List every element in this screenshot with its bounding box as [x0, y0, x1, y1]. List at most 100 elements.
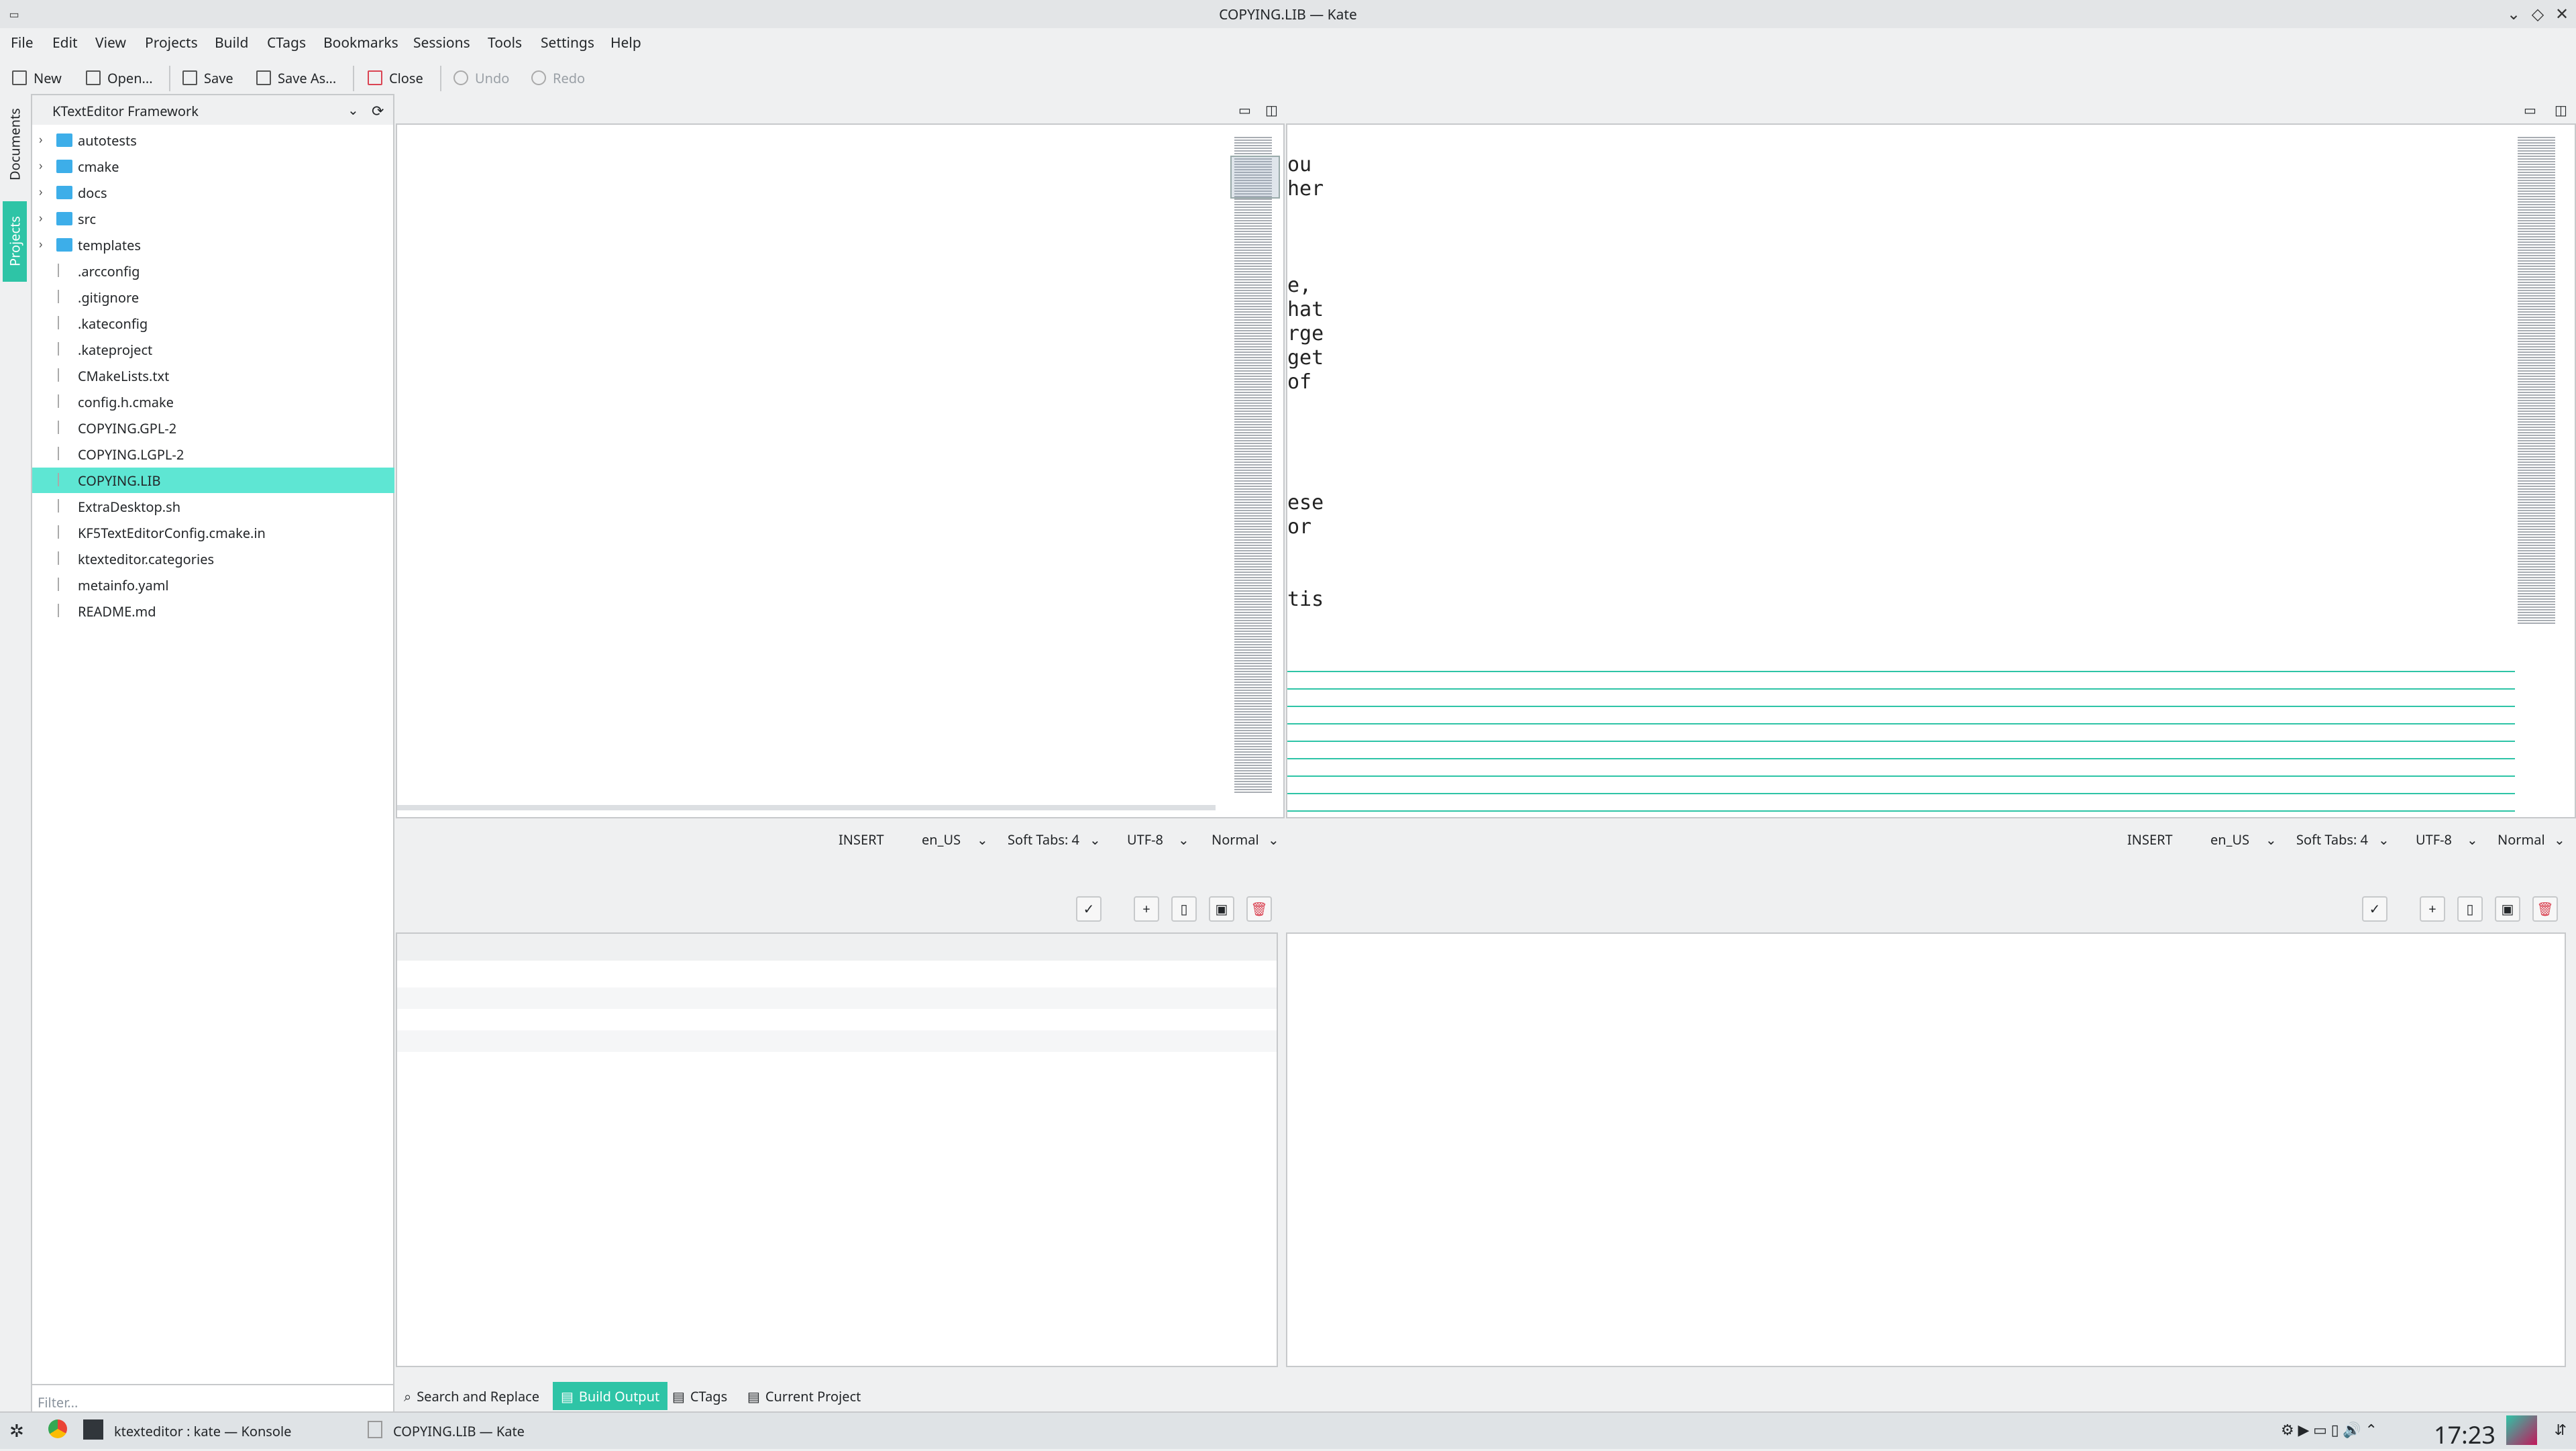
- minimize-button[interactable]: ⌄: [2504, 4, 2524, 24]
- show-desktop-icon[interactable]: ⇵: [2555, 1419, 2567, 1440]
- chevron-down-icon[interactable]: ⌄: [347, 101, 359, 119]
- add-icon[interactable]: +: [2420, 896, 2445, 922]
- input-mode[interactable]: INSERT: [2127, 830, 2173, 849]
- add-icon[interactable]: +: [1134, 896, 1159, 922]
- document-icon[interactable]: ▯: [2457, 896, 2483, 922]
- editor-view-right[interactable]: ou her e, hat rge get of ese or tis: [1286, 123, 2576, 818]
- tab-projects[interactable]: Projects: [3, 201, 27, 282]
- chevron-right-icon[interactable]: ›: [39, 131, 51, 148]
- minimap-right[interactable]: [2518, 136, 2555, 625]
- split-view-icon[interactable]: ◫: [2555, 101, 2567, 119]
- tab-build-output[interactable]: ▤ Build Output: [553, 1382, 668, 1410]
- tree-item-label: COPYING.GPL-2: [78, 419, 177, 437]
- window-title: COPYING.LIB — Kate: [1219, 5, 1357, 24]
- indentation[interactable]: Soft Tabs: 4: [1008, 830, 1079, 849]
- chrome-icon[interactable]: [48, 1419, 67, 1438]
- copy-icon[interactable]: ▣: [1209, 896, 1234, 922]
- menu-tools[interactable]: Tools: [488, 34, 522, 52]
- tree-file[interactable]: COPYING.GPL-2: [32, 415, 394, 441]
- editor-view-left[interactable]: [396, 123, 1285, 818]
- menu-settings[interactable]: Settings: [541, 34, 594, 52]
- tree-file[interactable]: KF5TextEditorConfig.cmake.in: [32, 520, 394, 545]
- table-row[interactable]: [397, 987, 1277, 1009]
- tab-documents[interactable]: Documents: [3, 101, 27, 188]
- app-menu-icon[interactable]: ▭: [4, 4, 24, 24]
- horizontal-scrollbar[interactable]: [397, 805, 1216, 810]
- indentation[interactable]: Soft Tabs: 4: [2296, 830, 2368, 849]
- kate-icon[interactable]: [368, 1421, 382, 1438]
- input-mode[interactable]: INSERT: [839, 830, 884, 849]
- tree-file[interactable]: ExtraDesktop.sh: [32, 494, 394, 519]
- maximize-button[interactable]: ◇: [2528, 4, 2548, 24]
- menu-view[interactable]: View: [95, 34, 126, 52]
- checkmark-icon[interactable]: ✓: [2362, 896, 2387, 922]
- tree-file[interactable]: .kateproject: [32, 337, 394, 362]
- tab-search-replace[interactable]: ⌕ Search and Replace: [396, 1382, 547, 1410]
- tree-folder[interactable]: › autotests: [32, 127, 394, 153]
- table-row[interactable]: [397, 1030, 1277, 1052]
- tab-current-project[interactable]: ▤ Current Project: [739, 1382, 869, 1410]
- tree-file[interactable]: README.md: [32, 598, 394, 624]
- minimap-viewport[interactable]: [1230, 156, 1280, 199]
- menu-file[interactable]: File: [11, 34, 34, 52]
- konsole-icon[interactable]: [83, 1419, 103, 1440]
- save-button[interactable]: Save: [182, 67, 233, 89]
- tree-folder[interactable]: › src: [32, 206, 394, 231]
- minimap-left[interactable]: [1234, 136, 1272, 793]
- tree-item-label: .kateconfig: [78, 315, 148, 333]
- chevron-right-icon[interactable]: ›: [39, 158, 51, 174]
- save-as-button[interactable]: Save As...: [256, 67, 336, 89]
- chevron-right-icon[interactable]: ›: [39, 210, 51, 226]
- language[interactable]: en_US: [2210, 830, 2249, 849]
- menu-ctags[interactable]: CTags: [267, 34, 306, 52]
- launcher-icon[interactable]: ✲: [9, 1418, 24, 1442]
- open-button[interactable]: Open...: [86, 67, 153, 89]
- delete-icon[interactable]: 🗑: [1246, 896, 1272, 922]
- tree-folder[interactable]: › docs: [32, 180, 394, 205]
- tree-folder[interactable]: › templates: [32, 232, 394, 258]
- highlight-mode[interactable]: Normal: [2498, 830, 2545, 849]
- redo-button[interactable]: Redo: [531, 67, 585, 89]
- project-name[interactable]: KTextEditor Framework: [52, 102, 199, 120]
- tree-file[interactable]: CMakeLists.txt: [32, 363, 394, 388]
- new-button[interactable]: New: [12, 67, 62, 89]
- close-doc-button[interactable]: Close: [368, 67, 423, 89]
- menu-projects[interactable]: Projects: [145, 34, 198, 52]
- delete-icon[interactable]: 🗑: [2532, 896, 2558, 922]
- tree-file[interactable]: ktexteditor.categories: [32, 546, 394, 572]
- menu-help[interactable]: Help: [610, 34, 641, 52]
- language[interactable]: en_US: [922, 830, 961, 849]
- highlight-mode[interactable]: Normal: [1212, 830, 1259, 849]
- tree-file[interactable]: config.h.cmake: [32, 389, 394, 415]
- tree-file[interactable]: metainfo.yaml: [32, 572, 394, 598]
- tab-ctags[interactable]: ▤ CTags: [664, 1382, 735, 1410]
- task-konsole[interactable]: ktexteditor : kate — Konsole: [114, 1422, 291, 1440]
- new-tab-icon[interactable]: ▭: [2524, 101, 2536, 119]
- tree-folder[interactable]: › cmake: [32, 154, 394, 179]
- menu-bookmarks[interactable]: Bookmarks: [323, 34, 398, 52]
- encoding[interactable]: UTF-8: [2416, 830, 2452, 849]
- user-avatar[interactable]: [2506, 1415, 2537, 1445]
- checkmark-icon[interactable]: ✓: [1076, 896, 1102, 922]
- undo-button[interactable]: Undo: [453, 67, 509, 89]
- chevron-right-icon[interactable]: ›: [39, 184, 51, 200]
- menu-edit[interactable]: Edit: [52, 34, 78, 52]
- clock[interactable]: 17:23: [2434, 1418, 2496, 1451]
- close-window-button[interactable]: ✕: [2552, 4, 2572, 24]
- new-tab-icon[interactable]: ▭: [1238, 101, 1251, 119]
- tree-file[interactable]: .gitignore: [32, 284, 394, 310]
- menu-sessions[interactable]: Sessions: [413, 34, 470, 52]
- encoding[interactable]: UTF-8: [1127, 830, 1163, 849]
- tree-file[interactable]: COPYING.LGPL-2: [32, 441, 394, 467]
- reload-icon[interactable]: ⟳: [372, 101, 384, 121]
- system-tray-icons[interactable]: ⚙ ▶ ▭ ▯ 🔊 ⌃: [2281, 1419, 2377, 1440]
- tree-file[interactable]: .kateconfig: [32, 311, 394, 336]
- task-kate[interactable]: COPYING.LIB — Kate: [393, 1422, 525, 1440]
- tree-file[interactable]: COPYING.LIB: [32, 468, 394, 493]
- document-icon[interactable]: ▯: [1171, 896, 1197, 922]
- chevron-right-icon[interactable]: ›: [39, 236, 51, 252]
- copy-icon[interactable]: ▣: [2495, 896, 2520, 922]
- menu-build[interactable]: Build: [215, 34, 248, 52]
- tree-file[interactable]: .arcconfig: [32, 258, 394, 284]
- split-view-icon[interactable]: ◫: [1265, 101, 1278, 119]
